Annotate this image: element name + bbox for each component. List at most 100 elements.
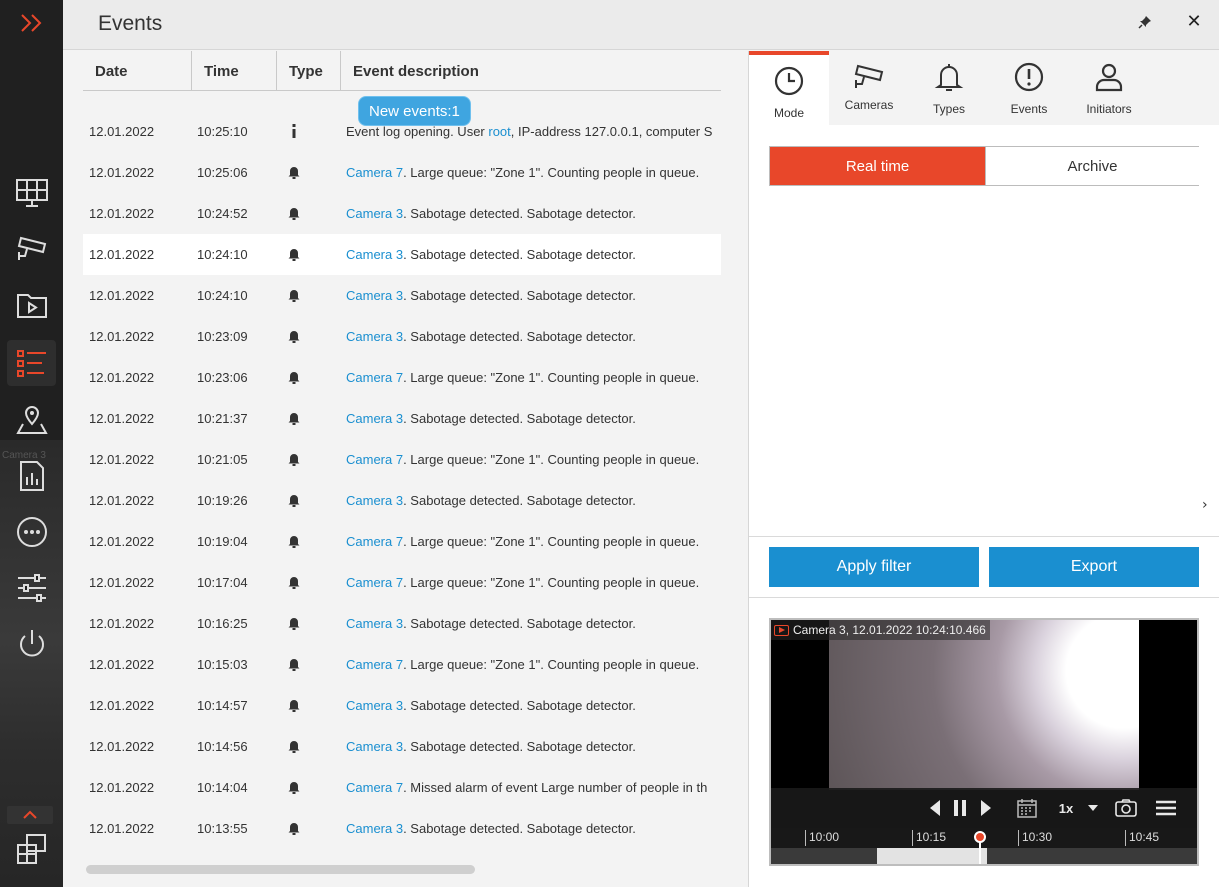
double-chevron-right-icon (20, 14, 41, 32)
table-row[interactable]: 12.01.2022 10:19:04 Camera 7. Large queue:… (83, 521, 721, 562)
camera-link[interactable]: Camera 3 (346, 329, 403, 344)
table-row[interactable]: 12.01.2022 10:24:10 Camera 3. Sabotage det… (83, 275, 721, 316)
table-row[interactable]: 12.01.2022 10:19:26 Camera 3. Sabotage det… (83, 480, 721, 521)
close-button[interactable]: ✕ (1183, 10, 1205, 32)
table-row[interactable]: 12.01.2022 10:25:06 Camera 7. Large queue:… (83, 152, 721, 193)
cell-date: 12.01.2022 (89, 124, 155, 139)
table-row[interactable]: 12.01.2022 10:16:25 Camera 3. Sabotage det… (83, 603, 721, 644)
column-header-type[interactable]: Type (277, 51, 341, 91)
camera-link[interactable]: Camera 7 (346, 370, 403, 385)
sidebar-collapse-up-button[interactable] (7, 806, 53, 824)
camera-link[interactable]: Camera 3 (346, 821, 403, 836)
sidebar-item-events[interactable] (7, 340, 56, 386)
sidebar-item-map[interactable] (7, 396, 56, 442)
tab-cameras[interactable]: Cameras (829, 51, 909, 125)
pin-button[interactable] (1135, 12, 1155, 32)
speed-dropdown-button[interactable] (1085, 796, 1101, 820)
video-player[interactable]: Camera 3, 12.01.2022 10:24:10.466 1x 10:… (769, 618, 1199, 866)
event-list: Date Time Type Event description 12.01.2… (83, 51, 760, 887)
table-row[interactable]: 12.01.2022 10:24:52 Camera 3. Sabotage det… (83, 193, 721, 234)
page-title: Events (98, 12, 163, 35)
sidebar-item-archive[interactable] (7, 282, 56, 328)
sidebar-item-monitoring[interactable] (7, 170, 56, 216)
column-header-description[interactable]: Event description (341, 51, 721, 91)
sidebar-item-reports[interactable] (7, 453, 56, 499)
bell-icon (287, 164, 301, 180)
divider (749, 597, 1219, 598)
previous-frame-button[interactable] (925, 796, 945, 820)
tab-mode[interactable]: Mode (749, 51, 829, 125)
camera-link[interactable]: Camera 3 (346, 616, 403, 631)
cell-date: 12.01.2022 (89, 698, 155, 713)
table-row[interactable]: 12.01.2022 10:23:06 Camera 7. Large queue:… (83, 357, 721, 398)
table-row[interactable]: 12.01.2022 10:24:10 Camera 3. Sabotage det… (83, 234, 721, 275)
table-row[interactable]: 12.01.2022 10:14:04 Camera 7. Missed alarm… (83, 767, 721, 808)
bell-icon (287, 369, 301, 385)
camera-link[interactable]: Camera 7 (346, 452, 403, 467)
timeline-label: 10:45 (1129, 830, 1160, 844)
camera-link[interactable]: Camera 7 (346, 534, 403, 549)
left-sidebar: Camera 3 (0, 0, 63, 887)
bell-icon (287, 287, 301, 303)
table-header: Date Time Type Event description (83, 51, 721, 91)
camera-link[interactable]: Camera 7 (346, 575, 403, 590)
calendar-button[interactable] (1015, 796, 1039, 820)
camera-link[interactable]: Camera 3 (346, 288, 403, 303)
camera-link[interactable]: Camera 3 (346, 247, 403, 262)
sidebar-item-more[interactable] (7, 509, 56, 555)
apply-filter-button[interactable]: Apply filter (769, 547, 979, 587)
playback-speed[interactable]: 1x (1055, 796, 1077, 820)
bell-icon (934, 64, 964, 91)
realtime-mode-button[interactable]: Real time (770, 147, 985, 185)
table-row[interactable]: 12.01.2022 10:17:04 Camera 7. Large queue:… (83, 562, 721, 603)
table-row[interactable]: 12.01.2022 10:14:56 Camera 3. Sabotage det… (83, 726, 721, 767)
description-text: . Sabotage detected. Sabotage detector. (403, 206, 636, 221)
snapshot-button[interactable] (1113, 796, 1139, 820)
player-caption: Camera 3, 12.01.2022 10:24:10.466 (771, 620, 990, 640)
sidebar-item-windows[interactable] (7, 827, 56, 873)
timeline-visible-window[interactable] (877, 848, 987, 864)
tab-types[interactable]: Types (909, 51, 989, 125)
camera-link[interactable]: Camera 7 (346, 657, 403, 672)
camera-link[interactable]: Camera 3 (346, 206, 403, 221)
new-events-badge[interactable]: New events:1 (358, 96, 471, 126)
tab-events[interactable]: Events (989, 51, 1069, 125)
camera-link[interactable]: Camera 3 (346, 739, 403, 754)
player-menu-button[interactable] (1153, 796, 1179, 820)
bell-icon (287, 615, 301, 631)
column-header-time[interactable]: Time (192, 51, 277, 91)
table-row[interactable]: 12.01.2022 10:14:57 Camera 3. Sabotage det… (83, 685, 721, 726)
camera-link[interactable]: Camera 3 (346, 411, 403, 426)
export-button[interactable]: Export (989, 547, 1199, 587)
cell-description: Camera 3. Sabotage detected. Sabotage de… (346, 739, 722, 754)
triangle-right-icon (981, 800, 991, 816)
camera-link[interactable]: Camera 3 (346, 493, 403, 508)
camera-link[interactable]: Camera 7 (346, 780, 403, 795)
camera-link[interactable]: Camera 7 (346, 165, 403, 180)
table-row[interactable]: 12.01.2022 10:13:55 Camera 3. Sabotage det… (83, 808, 721, 849)
pause-button[interactable] (948, 796, 972, 820)
timeline-tick (912, 830, 913, 846)
sidebar-item-settings[interactable] (7, 565, 56, 611)
sidebar-item-cameras[interactable] (7, 226, 56, 272)
tab-types-label: Types (932, 102, 965, 116)
table-row[interactable]: 12.01.2022 10:23:09 Camera 3. Sabotage det… (83, 316, 721, 357)
table-row[interactable]: 12.01.2022 10:21:05 Camera 7. Large queue:… (83, 439, 721, 480)
cell-time: 10:16:25 (197, 616, 248, 631)
chevron-right-icon[interactable]: › (1202, 497, 1208, 513)
next-frame-button[interactable] (976, 796, 996, 820)
cell-time: 10:19:04 (197, 534, 248, 549)
sidebar-item-power[interactable] (7, 621, 56, 667)
archive-mode-button[interactable]: Archive (985, 147, 1199, 185)
sidebar-expand-button[interactable] (0, 0, 63, 46)
table-row[interactable]: 12.01.2022 10:21:37 Camera 3. Sabotage det… (83, 398, 721, 439)
camera-link[interactable]: Camera 3 (346, 698, 403, 713)
timeline-range-bar[interactable] (771, 848, 1197, 864)
tab-initiators[interactable]: Initiators (1069, 51, 1149, 125)
table-row[interactable]: 12.01.2022 10:15:03 Camera 7. Large queue:… (83, 644, 721, 685)
horizontal-scrollbar[interactable] (86, 865, 475, 874)
cell-time: 10:19:26 (197, 493, 248, 508)
column-header-date[interactable]: Date (83, 51, 192, 91)
playhead-marker[interactable] (974, 831, 986, 843)
user-link[interactable]: root (488, 124, 510, 139)
